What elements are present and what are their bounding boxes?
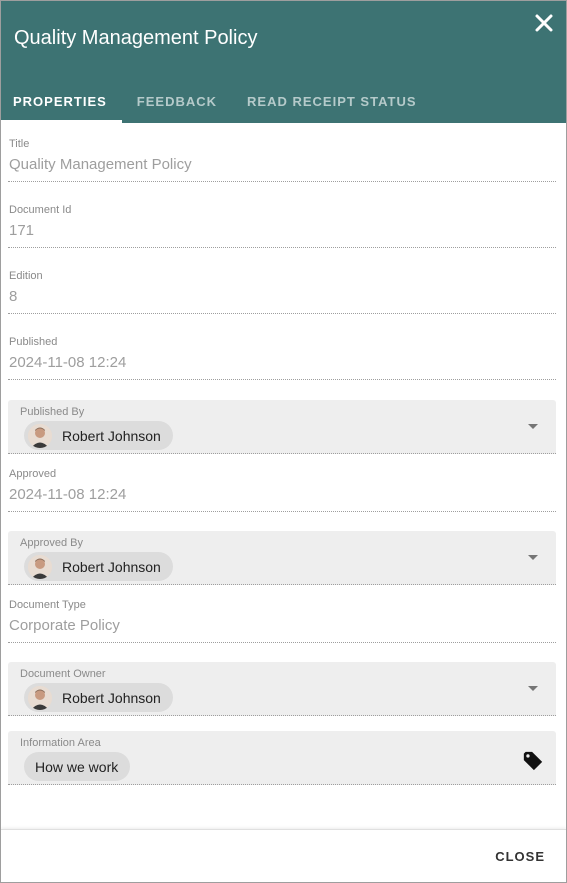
edition-value: 8 [9,288,18,305]
approved-field: Approved 2024-11-08 12:24 [8,453,556,512]
tab-bar: PROPERTIES FEEDBACK READ RECEIPT STATUS [1,83,429,123]
user-name: Robert Johnson [62,558,161,575]
tab-read-receipt-status[interactable]: READ RECEIPT STATUS [232,83,428,123]
tab-properties[interactable]: PROPERTIES [1,83,122,123]
edition-field: Edition 8 [8,255,556,314]
dialog-footer: CLOSE [1,829,566,882]
document-id-value: 171 [9,222,35,239]
document-id-field: Document Id 171 [8,189,556,248]
approved-label: Approved [9,468,57,480]
close-button[interactable]: CLOSE [495,849,545,864]
approved-by-label: Approved By [20,537,83,549]
document-type-field: Document Type Corporate Policy [8,584,556,643]
approved-by-select[interactable]: Approved By Robert Johnson [8,531,556,585]
avatar [28,423,52,448]
published-value: 2024-11-08 12:24 [9,354,127,371]
user-chip: Robert Johnson [24,421,173,450]
properties-dialog: Quality Management Policy PROPERTIES FEE… [0,0,567,883]
information-area-label: Information Area [20,737,101,749]
dialog-title: Quality Management Policy [14,27,258,49]
published-by-select[interactable]: Published By Robert Johnson [8,400,556,454]
document-type-value: Corporate Policy [9,617,120,634]
user-chip: Robert Johnson [24,552,173,581]
edition-label: Edition [9,270,43,282]
document-owner-label: Document Owner [20,668,106,680]
chevron-down-icon[interactable] [528,555,538,560]
avatar [28,685,52,710]
user-name: Robert Johnson [62,427,161,444]
title-value: Quality Management Policy [9,156,192,173]
properties-panel: Title Quality Management Policy Document… [1,123,566,831]
tag-chip: How we work [24,752,131,781]
user-chip: Robert Johnson [24,683,173,712]
tag-name: How we work [35,758,119,775]
tag-icon[interactable] [522,750,544,772]
document-id-label: Document Id [9,204,72,216]
document-type-label: Document Type [9,599,86,611]
chevron-down-icon[interactable] [528,686,538,691]
document-owner-select[interactable]: Document Owner Robert Johnson [8,662,556,716]
tab-feedback[interactable]: FEEDBACK [122,83,232,123]
dialog-header: Quality Management Policy PROPERTIES FEE… [1,1,566,123]
published-by-label: Published By [20,406,85,418]
user-name: Robert Johnson [62,689,161,706]
information-area-select[interactable]: Information Area How we work [8,731,556,785]
published-field: Published 2024-11-08 12:24 [8,321,556,380]
title-label: Title [9,138,30,150]
close-icon[interactable] [532,11,556,35]
approved-value: 2024-11-08 12:24 [9,486,127,503]
chevron-down-icon[interactable] [528,424,538,429]
title-field: Title Quality Management Policy [8,123,556,182]
published-label: Published [9,336,58,348]
avatar [28,554,52,579]
